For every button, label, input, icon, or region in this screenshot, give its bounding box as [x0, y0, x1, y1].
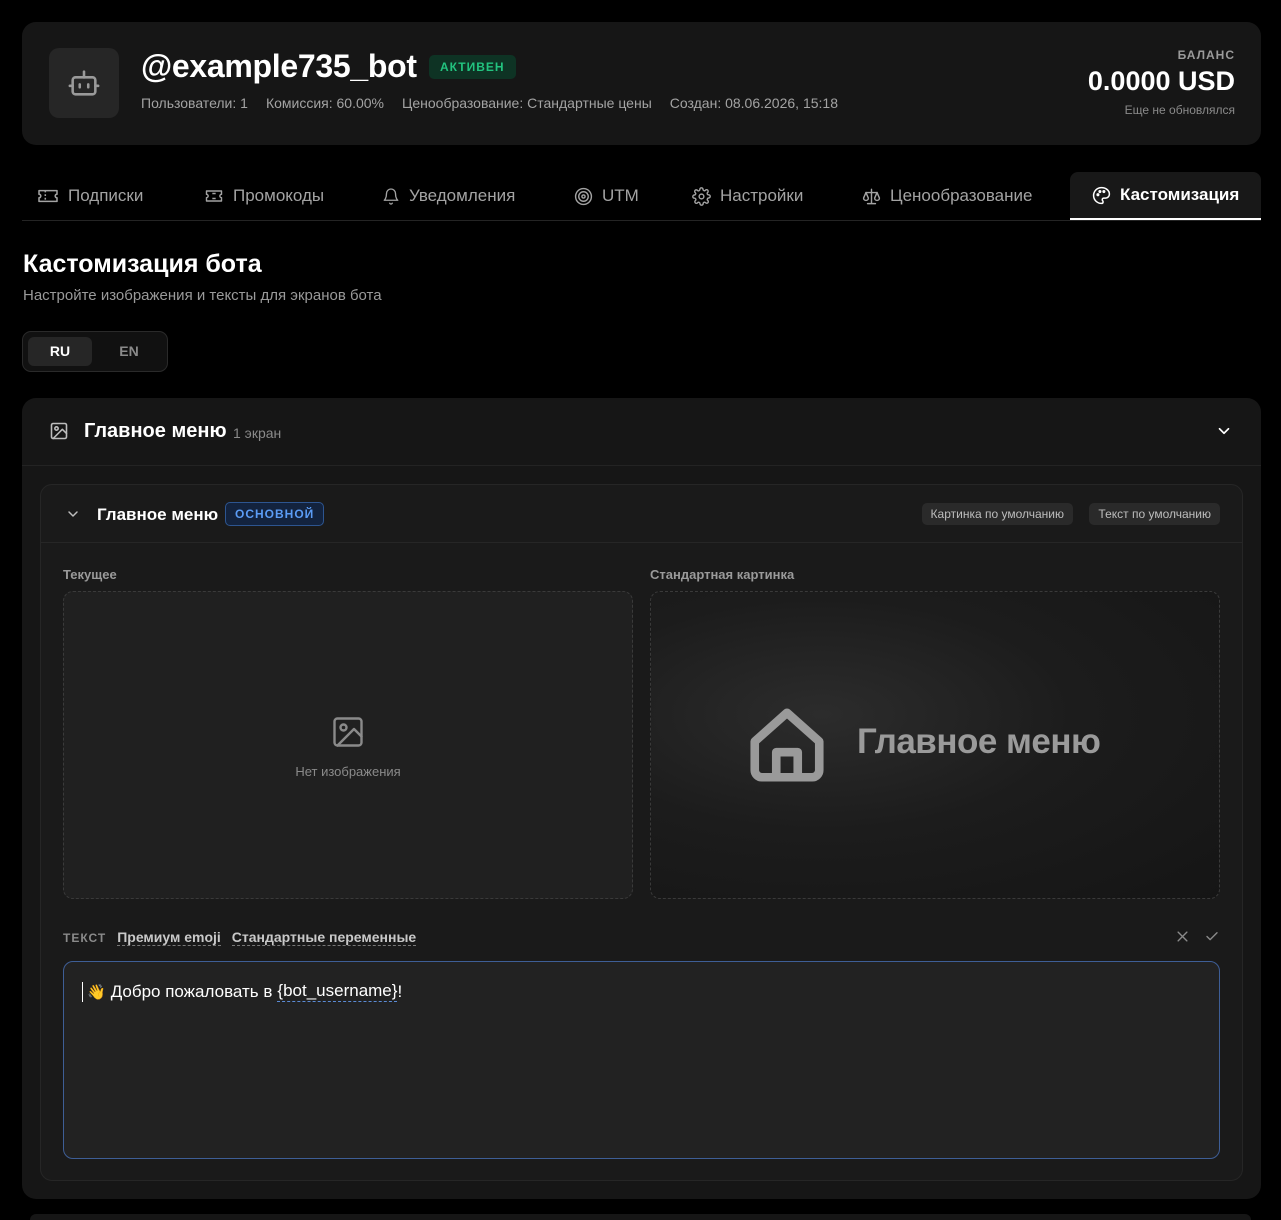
bot-avatar: [49, 48, 119, 118]
premium-emoji-link[interactable]: Премиум emoji: [117, 929, 221, 946]
screen-header[interactable]: Главное меню ОСНОВНОЙ Картинка по умолча…: [41, 485, 1242, 543]
lang-ru-button[interactable]: RU: [28, 337, 92, 366]
standard-image-label: Стандартная картинка: [650, 567, 795, 582]
text-label: ТЕКСТ: [63, 930, 107, 945]
section-title: Главное меню: [84, 420, 227, 442]
main-screen-badge: ОСНОВНОЙ: [225, 502, 325, 526]
wave-emoji: 👋: [87, 983, 106, 1001]
scales-icon: [862, 188, 881, 204]
tab-promocodes[interactable]: Промокоды: [189, 172, 339, 220]
section-screen-count: 1 экран: [233, 425, 282, 441]
balance-note: Еще не обновлялся: [1124, 103, 1235, 117]
standard-image-title: Главное меню: [857, 722, 1101, 761]
editor-suffix: !: [397, 981, 403, 1001]
bot-username: @example735_bot: [141, 48, 417, 84]
lang-en-button[interactable]: EN: [97, 337, 161, 366]
tab-settings[interactable]: Настройки: [677, 172, 818, 220]
balance: БАЛАНС 0.0000 USD Еще не обновлялся: [1088, 48, 1235, 117]
ticket-icon: [38, 189, 58, 203]
bot-meta: Пользователи: 1 Комиссия: 60.00% Ценообр…: [141, 95, 838, 111]
tab-customization[interactable]: Кастомизация: [1070, 172, 1262, 220]
text-actions: [1175, 929, 1220, 944]
target-icon: [574, 187, 593, 205]
balance-label: БАЛАНС: [1177, 48, 1235, 62]
pricing-mode: Ценообразование: Стандартные цены: [402, 95, 652, 111]
chevron-down-icon[interactable]: [1215, 422, 1233, 440]
page-title: Кастомизация бота: [23, 250, 262, 278]
home-icon: [750, 708, 824, 782]
image-placeholder-icon: [333, 717, 363, 747]
tab-subscriptions[interactable]: Подписки: [22, 172, 158, 220]
page-subtitle: Настройте изображения и тексты для экран…: [23, 287, 382, 304]
screen-card: Главное меню ОСНОВНОЙ Картинка по умолча…: [40, 484, 1243, 1181]
robot-icon: [68, 70, 100, 96]
confirm-icon[interactable]: [1204, 929, 1220, 944]
created-at: Создан: 08.06.2026, 15:18: [669, 95, 838, 111]
text-caret: [82, 981, 83, 1002]
editor-text: Добро пожаловать в: [110, 981, 273, 1001]
default-text-button[interactable]: Текст по умолчанию: [1089, 503, 1220, 525]
text-toolbar: ТЕКСТ Премиум emoji Стандартные переменн…: [63, 929, 417, 946]
default-image-button[interactable]: Картинка по умолчанию: [921, 503, 1073, 525]
bot-username-variable[interactable]: {bot_username}: [277, 981, 398, 1002]
cancel-icon[interactable]: [1175, 929, 1190, 944]
bell-icon: [383, 187, 399, 205]
text-editor[interactable]: 👋 Добро пожаловать в {bot_username} !: [63, 961, 1220, 1159]
commission: Комиссия: 60.00%: [265, 95, 385, 111]
section-header[interactable]: Главное меню 1 экран: [22, 398, 1261, 466]
users-count: Пользователи: 1: [141, 95, 248, 111]
standard-image-preview: Главное меню: [650, 591, 1220, 899]
main-menu-section: Главное меню 1 экран Главное меню ОСНОВН…: [22, 398, 1261, 1199]
next-section-edge: [30, 1214, 1251, 1220]
no-image-text: Нет изображения: [295, 764, 401, 779]
current-image-label: Текущее: [63, 567, 117, 582]
chevron-down-icon[interactable]: [65, 506, 81, 522]
coupon-icon: [205, 190, 223, 202]
screen-title: Главное меню: [97, 505, 219, 524]
gear-icon: [692, 186, 711, 206]
bot-header-card: @example735_bot АКТИВЕН Пользователи: 1 …: [22, 22, 1261, 145]
current-image-dropzone[interactable]: Нет изображения: [63, 591, 633, 899]
standard-variables-link[interactable]: Стандартные переменные: [231, 929, 417, 946]
palette-icon: [1092, 186, 1111, 204]
tab-notifications[interactable]: Уведомления: [367, 172, 530, 220]
tab-bar: Подписки Промокоды Уведомления UTM Настр…: [22, 172, 1262, 221]
balance-value: 0.0000 USD: [1087, 66, 1235, 96]
tab-pricing[interactable]: Ценообразование: [847, 172, 1047, 220]
status-badge: АКТИВЕН: [429, 55, 516, 79]
tab-utm[interactable]: UTM: [559, 172, 654, 220]
language-switch: RU EN: [22, 331, 168, 372]
image-icon: [50, 422, 68, 440]
